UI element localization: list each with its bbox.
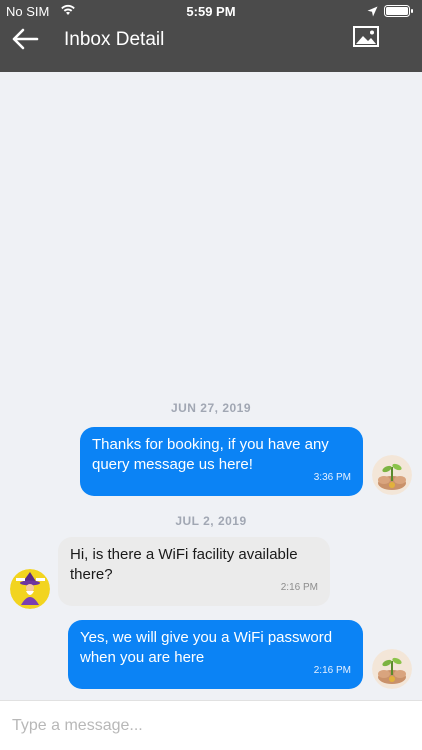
arrow-left-icon: [10, 28, 40, 56]
location-arrow-icon: [367, 5, 378, 20]
message-time: 2:16 PM: [313, 665, 351, 676]
header: Inbox Detail: [0, 22, 422, 72]
image-icon: [352, 26, 380, 53]
message-input[interactable]: [10, 711, 414, 741]
message-composer: [0, 700, 422, 750]
message-text: Yes, we will give you a WiFi password wh…: [80, 629, 333, 666]
page-title: Inbox Detail: [64, 29, 165, 50]
top-bar: No SIM 5:59 PM Inbox Detail: [0, 0, 422, 72]
status-bar: No SIM 5:59 PM: [0, 0, 422, 22]
guest-avatar: [10, 569, 50, 609]
host-avatar: [372, 649, 412, 689]
image-button[interactable]: [352, 25, 388, 55]
message-text: Thanks for booking, if you have any quer…: [92, 436, 329, 473]
message-time: 3:36 PM: [313, 472, 351, 483]
chat-area[interactable]: JUN 27, 2019 Thanks for booking, if you …: [0, 72, 422, 700]
battery-icon: [384, 5, 414, 20]
message-text: Hi, is there a WiFi facility available t…: [70, 546, 298, 583]
host-avatar: [372, 455, 412, 495]
back-button[interactable]: [10, 26, 50, 58]
date-separator: JUL 2, 2019: [175, 514, 247, 528]
message-time: 2:16 PM: [280, 582, 318, 593]
message-bubble-outgoing[interactable]: Thanks for booking, if you have any quer…: [80, 427, 363, 496]
date-separator: JUN 27, 2019: [170, 401, 252, 415]
message-bubble-incoming[interactable]: Hi, is there a WiFi facility available t…: [58, 537, 330, 606]
status-time: 5:59 PM: [186, 4, 236, 19]
message-bubble-outgoing[interactable]: Yes, we will give you a WiFi password wh…: [68, 620, 363, 689]
